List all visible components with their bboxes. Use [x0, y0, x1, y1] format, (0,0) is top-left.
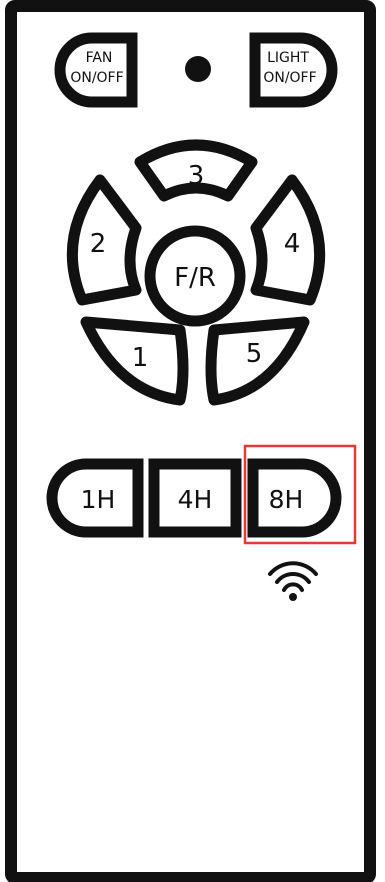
timer-8h-label: 8H	[269, 485, 304, 514]
fan-button-line2: ON/OFF	[70, 70, 123, 86]
timer-4h-button[interactable]: 4H	[148, 458, 242, 538]
speed-4-label: 4	[284, 229, 301, 259]
status-indicator-led	[185, 56, 211, 82]
timer-8h-button[interactable]: 8H	[247, 458, 342, 538]
light-button-line1: LIGHT	[267, 50, 309, 66]
timer-4h-label: 4H	[178, 485, 213, 514]
forward-reverse-button[interactable]: F/R	[144, 225, 246, 327]
speed-2-label: 2	[90, 229, 107, 259]
remote-control: FAN ON/OFF LIGHT ON/OFF 3 2 4 1 5 F/R 1H…	[5, 0, 376, 882]
timer-1h-label: 1H	[81, 485, 116, 514]
timer-1h-button[interactable]: 1H	[46, 458, 144, 538]
remote-body	[5, 0, 376, 882]
speed-1-label: 1	[132, 343, 149, 373]
fan-button-line1: FAN	[86, 50, 113, 66]
light-onoff-button[interactable]: LIGHT ON/OFF	[249, 32, 338, 108]
fan-onoff-button[interactable]: FAN ON/OFF	[54, 32, 138, 108]
light-button-line2: ON/OFF	[263, 70, 316, 86]
forward-reverse-label: F/R	[174, 263, 216, 293]
speed-5-label: 5	[246, 339, 263, 369]
speed-3-label: 3	[188, 161, 205, 191]
speed-3-button[interactable]: 3	[134, 139, 258, 202]
